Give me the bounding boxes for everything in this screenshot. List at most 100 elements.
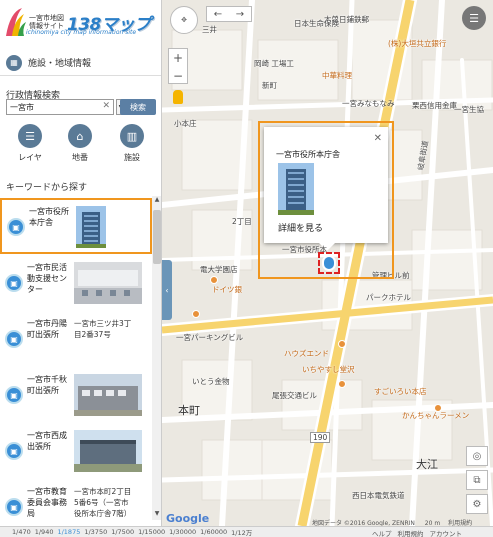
clear-icon[interactable]: ✕ bbox=[102, 101, 110, 111]
map-label: 一宮みなもなみ bbox=[342, 99, 395, 108]
facility-pin-icon: ▣ bbox=[7, 218, 25, 236]
app-window: 一宮市地図 情報サイト 138マップ ichinomiya city map i… bbox=[0, 0, 493, 537]
building-photo bbox=[74, 374, 142, 416]
zoom-in-button[interactable]: + bbox=[169, 49, 187, 67]
settings-icon[interactable]: ⚙ bbox=[466, 494, 488, 514]
list-item-name: 一宮市役所本庁舎 bbox=[29, 207, 69, 227]
result-list-scrollbar[interactable]: ▲ ▼ bbox=[152, 196, 161, 520]
scale-bar: 1/470 1/940 1/1875 1/3750 1/7500 1/15000… bbox=[0, 526, 493, 537]
poi-icon[interactable] bbox=[338, 340, 346, 348]
scale-option[interactable]: 1/30000 bbox=[169, 528, 196, 536]
list-item[interactable]: ▣ 一宮市役所本庁舎 bbox=[0, 198, 152, 254]
route-shield: 190 bbox=[310, 432, 331, 443]
scale-option[interactable]: 1/60000 bbox=[200, 528, 227, 536]
scale-option[interactable]: 1/940 bbox=[35, 528, 54, 536]
scale-option[interactable]: 1/3750 bbox=[84, 528, 107, 536]
map-label: 中華料理 bbox=[322, 71, 352, 80]
scale-option[interactable]: 1/15000 bbox=[138, 528, 165, 536]
popup-details-link[interactable]: 詳細を見る bbox=[278, 221, 323, 234]
map-label: 栗西信用金庫 bbox=[412, 101, 457, 110]
layers-icon: ☰ bbox=[18, 124, 42, 148]
history-navigation: ← → bbox=[206, 6, 252, 22]
copy-icon[interactable]: ⧉ bbox=[466, 470, 488, 490]
map-label: すごいろい本店 bbox=[374, 387, 427, 396]
list-item[interactable]: ▣ 一宮市丹陽町出張所 一宮市三ツ井3丁目2番37号 bbox=[0, 312, 152, 368]
poi-icon[interactable] bbox=[210, 276, 218, 284]
result-list: ▣ 一宮市役所本庁舎 ▣ 一宮市民活動支援センター ▣ 一宮市丹陽町出張所 一宮… bbox=[0, 196, 152, 520]
site-logo[interactable]: 一宮市地図 情報サイト 138マップ ichinomiya city map i… bbox=[0, 0, 161, 44]
list-item-name: 一宮市千秋町出張所 bbox=[27, 375, 67, 395]
map-label: パークホテル bbox=[366, 293, 411, 302]
zoom-out-button[interactable]: − bbox=[169, 67, 187, 85]
locate-icon[interactable]: ◎ bbox=[466, 446, 488, 466]
logo-small-text: 一宮市地図 情報サイト bbox=[29, 14, 65, 30]
back-arrow-icon[interactable]: ← bbox=[207, 7, 229, 21]
map-label: 本町 bbox=[178, 404, 200, 417]
list-item-name: 一宮市丹陽町出張所 bbox=[27, 319, 67, 339]
tool-layers[interactable]: ☰ レイヤ bbox=[10, 124, 50, 166]
map-label: いちやすし堂沢 bbox=[302, 365, 355, 374]
info-popup: ✕ 一宮市役所本庁舎 詳細を見る bbox=[264, 127, 388, 251]
facility-pin-icon: ▣ bbox=[5, 498, 23, 516]
account-link[interactable]: アカウント bbox=[430, 528, 463, 537]
list-item-name: 一宮市西成出張所 bbox=[27, 431, 67, 451]
poi-icon[interactable] bbox=[192, 310, 200, 318]
poi-icon[interactable] bbox=[338, 380, 346, 388]
sidebar: 一宮市地図 情報サイト 138マップ ichinomiya city map i… bbox=[0, 0, 162, 526]
collapse-sidebar-button[interactable]: ‹ bbox=[162, 260, 172, 320]
scroll-up-icon[interactable]: ▲ bbox=[152, 196, 161, 206]
scale-option[interactable]: 1/12万 bbox=[231, 527, 252, 537]
compass-icon[interactable]: ✥ bbox=[170, 6, 198, 34]
tool-lot-number[interactable]: ⌂ 地番 bbox=[60, 124, 100, 166]
terms-footer-link[interactable]: 利用規約 bbox=[398, 528, 424, 537]
tool-facility-label: 施設 bbox=[124, 153, 140, 162]
map-label: いとう金物 bbox=[192, 377, 230, 386]
selected-facility-marker[interactable] bbox=[318, 252, 340, 274]
help-link[interactable]: ヘルプ bbox=[372, 528, 392, 537]
list-item[interactable]: ▣ 一宮市民活動支援センター bbox=[0, 256, 152, 312]
footer-links: ヘルプ 利用規約 アカウント bbox=[372, 528, 462, 537]
map-label: 電大学園店 bbox=[200, 265, 238, 274]
scroll-down-icon[interactable]: ▼ bbox=[152, 510, 161, 520]
tool-lot-label: 地番 bbox=[72, 153, 88, 162]
grid-icon: ▦ bbox=[6, 54, 22, 71]
list-item[interactable]: ▣ 一宮市千秋町出張所 bbox=[0, 368, 152, 424]
list-item-name: 一宮市教育委員会事務局 bbox=[27, 487, 67, 518]
zoom-control: + − bbox=[168, 48, 188, 84]
street-view-pegman-icon[interactable] bbox=[173, 90, 183, 104]
search-button[interactable]: 検索 bbox=[120, 99, 156, 115]
forward-arrow-icon[interactable]: → bbox=[229, 7, 251, 21]
facility-section-label: 施設・地域情報 bbox=[28, 59, 92, 69]
facility-pin-icon: ▣ bbox=[5, 442, 23, 460]
building-photo bbox=[74, 430, 142, 472]
map-label: ハウズエンド bbox=[284, 349, 329, 358]
list-item-address: 一宮市三ツ井3丁目2番37号 bbox=[74, 319, 132, 339]
tool-facility[interactable]: ▥ 施設 bbox=[112, 124, 152, 166]
map-label: 大江 bbox=[416, 458, 438, 471]
facility-pin-icon bbox=[322, 255, 336, 271]
list-item[interactable]: ▣ 一宮市教育委員会事務局 一宮市本町2丁目5番6号（一宮市役所本庁舎7階） bbox=[0, 480, 152, 520]
menu-icon[interactable]: ☰ bbox=[462, 6, 486, 30]
scroll-thumb[interactable] bbox=[153, 210, 161, 264]
logo-line1: 一宮市地図 bbox=[29, 14, 64, 22]
popup-photo bbox=[278, 163, 314, 215]
search-input[interactable]: 一宮市 ✕ bbox=[6, 99, 114, 115]
close-icon[interactable]: ✕ bbox=[374, 133, 382, 144]
search-input-value: 一宮市 bbox=[10, 102, 34, 112]
poi-icon[interactable] bbox=[434, 404, 442, 412]
map-label: 尾張交通ビル bbox=[272, 391, 317, 400]
list-item[interactable]: ▣ 一宮市西成出張所 bbox=[0, 424, 152, 480]
map-label: 西日本電気鉄道 bbox=[352, 491, 405, 500]
map-label: 2丁目 bbox=[232, 217, 252, 226]
map-label: ドイツ銀 bbox=[212, 285, 242, 294]
scale-option-current[interactable]: 1/1875 bbox=[57, 528, 80, 536]
chevron-left-icon: ‹ bbox=[165, 285, 169, 295]
house-icon: ⌂ bbox=[68, 124, 92, 148]
facility-section-toggle[interactable]: ▦ 施設・地域情報 bbox=[0, 50, 161, 76]
map-label: 新町 bbox=[262, 81, 277, 90]
building-icon: ▥ bbox=[120, 124, 144, 148]
facility-pin-icon: ▣ bbox=[5, 330, 23, 348]
scale-option[interactable]: 1/470 bbox=[12, 528, 31, 536]
list-item-name: 一宮市民活動支援センター bbox=[27, 263, 67, 294]
scale-option[interactable]: 1/7500 bbox=[111, 528, 134, 536]
